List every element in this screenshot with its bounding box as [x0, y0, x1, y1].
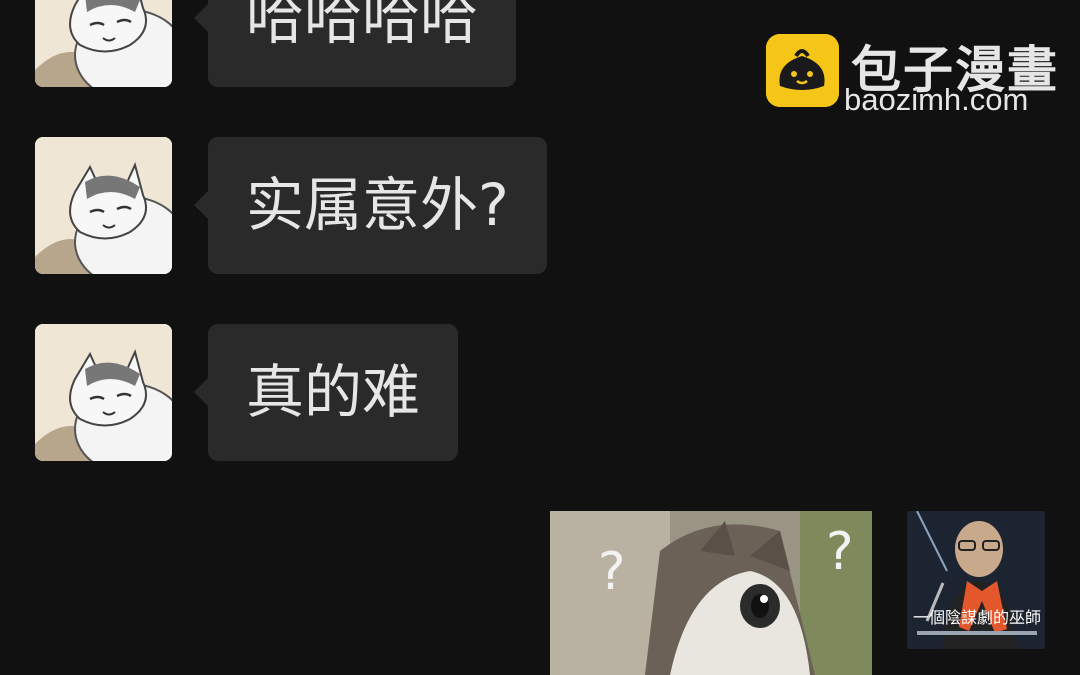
cat-avatar-icon[interactable] — [35, 324, 172, 461]
confused-cat-sticker-icon[interactable]: ? ? — [550, 511, 872, 675]
message-bubble[interactable]: 实属意外? — [194, 137, 547, 274]
message-bubble[interactable]: 真的难 — [193, 324, 459, 461]
cat-avatar-icon[interactable] — [35, 0, 172, 87]
message-text: 哈哈哈哈 — [246, 0, 479, 52]
message-bubble[interactable]: 哈哈哈哈 — [193, 0, 517, 87]
message-text: 实属意外? — [246, 171, 509, 239]
watermark-logo: 包子漫畫 baozimh.com — [766, 34, 1066, 124]
svg-text:?: ? — [598, 542, 626, 602]
cat-avatar-icon[interactable] — [35, 137, 172, 274]
self-avatar-icon[interactable]: 一個陰謀劇的巫師 — [907, 511, 1045, 649]
bun-logo-icon — [766, 34, 839, 107]
watermark-domain: baozimh.com — [844, 82, 1029, 117]
svg-text:?: ? — [826, 522, 854, 582]
self-avatar-caption: 一個陰謀劇的巫師 — [913, 608, 1041, 627]
message-text: 真的难 — [246, 358, 421, 426]
